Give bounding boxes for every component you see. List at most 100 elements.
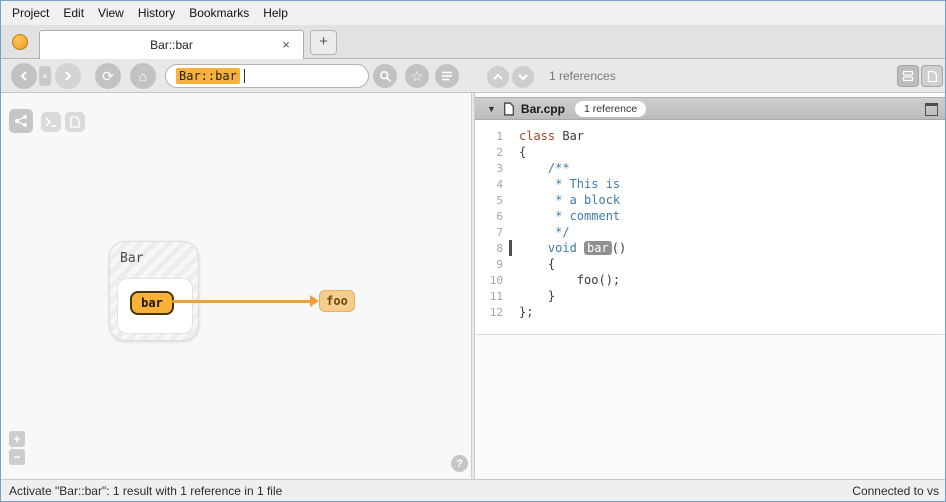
code-snippet: 1 class Bar 2{3 /** 4 * This is 5 * a block 6… [475, 120, 945, 335]
next-reference-button[interactable] [512, 66, 534, 88]
text-caret [243, 69, 245, 83]
search-input[interactable]: Bar::bar [165, 64, 369, 88]
file-name: Bar.cpp [520, 101, 565, 116]
back-button[interactable] [11, 63, 37, 89]
chevron-left-icon [20, 71, 27, 81]
code-text: { [515, 257, 555, 271]
export-image-button[interactable] [65, 112, 85, 132]
code-line: 4 * This is [475, 176, 945, 192]
line-number: 8 [496, 241, 503, 255]
code-token: { [519, 257, 556, 271]
chevron-right-icon [65, 71, 72, 81]
previous-reference-button[interactable] [487, 66, 509, 88]
bookmark-list-button[interactable] [435, 64, 459, 88]
single-file-view-button[interactable] [921, 65, 943, 87]
code-line: 11 } [475, 288, 945, 304]
menu-item-project[interactable]: Project [5, 2, 56, 24]
connection-status: Connected to vs [852, 483, 939, 498]
line-number: 10 [489, 273, 503, 287]
code-text: * comment [515, 209, 620, 223]
snippet-view-button[interactable] [897, 65, 919, 87]
code-text: foo(); [515, 273, 620, 287]
new-tab-button[interactable]: + [310, 30, 337, 55]
graph-help-button[interactable]: ? [451, 455, 468, 472]
code-token: class [519, 129, 556, 143]
code-token[interactable]: bar [584, 241, 612, 255]
line-number: 5 [496, 193, 503, 207]
code-token: * This is [555, 177, 621, 191]
menu-item-history[interactable]: History [131, 2, 182, 24]
terminal-icon [45, 117, 56, 127]
graph-node-class-bar[interactable]: Bar bar [109, 241, 199, 341]
menu-item-bookmarks[interactable]: Bookmarks [182, 2, 256, 24]
class-node-label: Bar [120, 251, 144, 266]
code-text: * This is [515, 177, 620, 191]
code-token[interactable]: foo [577, 273, 599, 287]
call-edge[interactable] [172, 300, 312, 303]
toolbar: ≡ ⟳ ⌂ Bar::bar ☆ 1 references [1, 59, 945, 93]
menu-item-help[interactable]: Help [256, 2, 295, 24]
menu-item-view[interactable]: View [91, 2, 131, 24]
custom-trail-button[interactable] [9, 109, 33, 133]
code-line: 1 class Bar [475, 128, 945, 144]
code-line: 5 * a block [475, 192, 945, 208]
code-line: 10 foo(); [475, 272, 945, 288]
bookmark-star-button[interactable]: ☆ [405, 64, 429, 88]
code-token: } [519, 289, 556, 303]
references-summary: 1 references [549, 69, 616, 83]
line-number: 11 [489, 289, 503, 303]
graph-node-method-bar[interactable]: bar [130, 291, 174, 315]
code-text: * a block [515, 193, 620, 207]
graph-node-function-foo[interactable]: foo [319, 290, 355, 312]
menu-item-edit[interactable]: Edit [56, 2, 91, 24]
snippet-view-icon [902, 70, 914, 82]
line-number: 12 [489, 305, 503, 319]
page-icon [70, 116, 80, 128]
code-text: }; [515, 305, 533, 319]
tab-bar: Bar::bar × + [1, 25, 945, 59]
line-number: 1 [496, 129, 503, 143]
code-text: class Bar [515, 129, 584, 143]
reference-count-badge: 1 reference [574, 100, 647, 117]
code-text: { [515, 145, 526, 159]
line-number: 6 [496, 209, 503, 223]
zoom-out-button[interactable]: − [9, 449, 25, 465]
file-view-icon [927, 70, 937, 82]
class-node-body: bar [117, 278, 193, 334]
file-header[interactable]: ▼ Bar.cpp 1 reference [475, 97, 945, 120]
line-number: 9 [496, 257, 503, 271]
code-token: * comment [555, 209, 621, 223]
code-text: void bar() [515, 241, 626, 255]
console-button[interactable] [41, 112, 61, 132]
code-line: 2{ [475, 144, 945, 160]
tab-bar-bar[interactable]: Bar::bar × [39, 30, 304, 59]
chevron-up-icon [493, 73, 503, 80]
refresh-button[interactable]: ⟳ [95, 63, 121, 89]
app-logo-icon [12, 34, 28, 50]
search-value: Bar::bar [176, 68, 240, 84]
home-button[interactable]: ⌂ [130, 63, 156, 89]
line-number: 2 [496, 145, 503, 159]
search-button[interactable] [373, 64, 397, 88]
status-message: Activate "Bar::bar": 1 result with 1 ref… [9, 483, 283, 498]
forward-button[interactable] [55, 63, 81, 89]
code-text: /** [515, 161, 570, 175]
graph-panel[interactable]: Bar bar foo + − ? [1, 93, 471, 479]
app-window: Project Edit View History Bookmarks Help Bar:… [0, 0, 946, 502]
code-line: 6 * comment [475, 208, 945, 224]
tab-close-icon[interactable]: × [278, 37, 294, 53]
code-token: */ [555, 225, 570, 239]
collapse-triangle-icon[interactable]: ▼ [487, 104, 496, 114]
zoom-in-button[interactable]: + [9, 431, 25, 447]
history-dropdown-button[interactable]: ≡ [39, 66, 51, 86]
call-edge-arrowhead [310, 295, 319, 307]
maximize-snippet-button[interactable] [925, 103, 938, 116]
graph-trail-icon [15, 115, 27, 127]
search-icon [379, 70, 391, 82]
